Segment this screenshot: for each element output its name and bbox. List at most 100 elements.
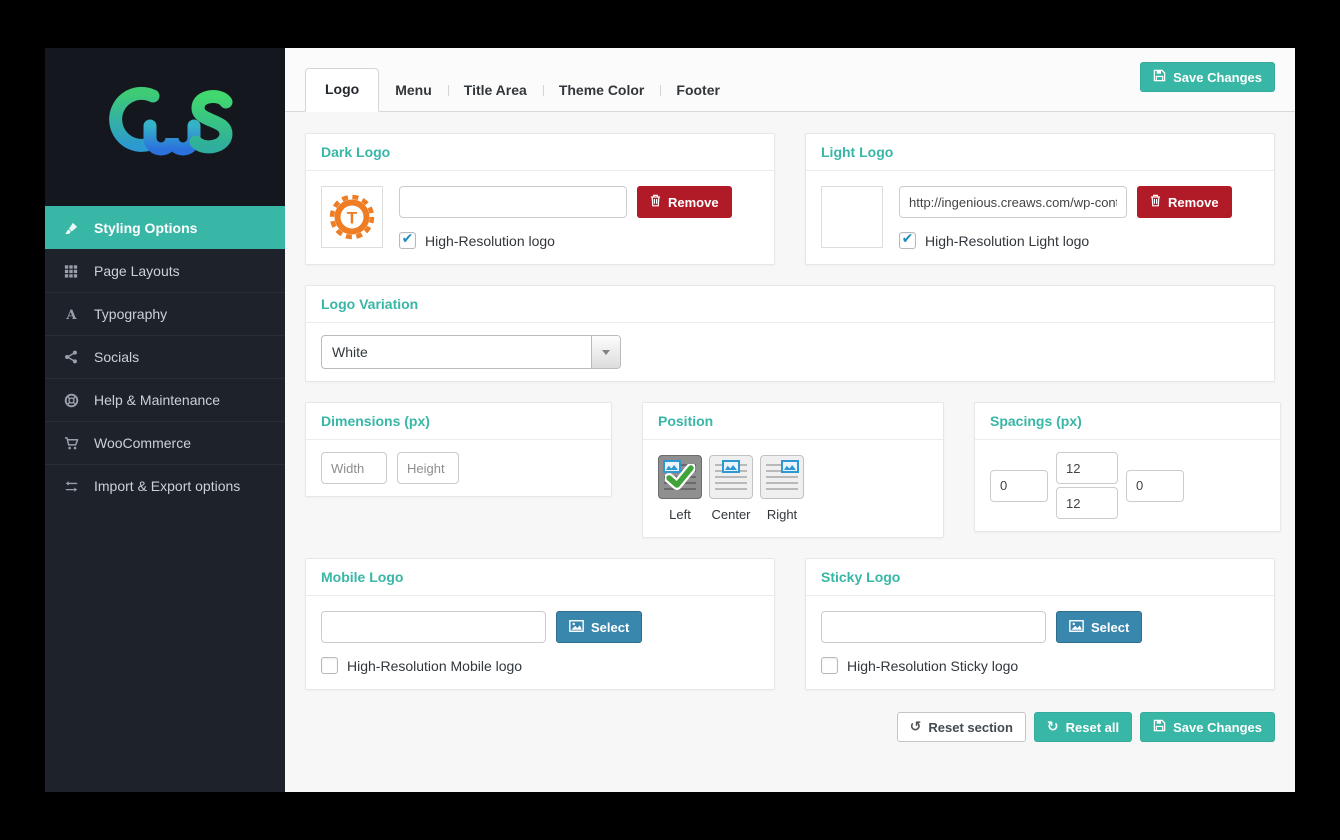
spacing-bottom-input[interactable] bbox=[1056, 487, 1118, 519]
brush-icon bbox=[61, 221, 81, 236]
mobile-logo-hires-checkbox[interactable] bbox=[321, 657, 338, 674]
position-left-thumbnail[interactable] bbox=[658, 455, 702, 499]
sidebar-item-label: Socials bbox=[94, 349, 139, 365]
select-dropdown-button[interactable] bbox=[591, 336, 620, 368]
light-logo-panel: Light Logo bbox=[805, 133, 1275, 265]
dimensions-panel: Dimensions (px) bbox=[305, 402, 612, 497]
exchange-icon bbox=[61, 479, 81, 494]
tab-menu[interactable]: Menu bbox=[379, 70, 448, 111]
panel-title: Mobile Logo bbox=[306, 559, 774, 596]
sidebar-item-styling-options[interactable]: Styling Options bbox=[45, 206, 285, 249]
checkbox-label: High-Resolution logo bbox=[425, 233, 555, 249]
sidebar: Styling Options Page Layouts A Typograph… bbox=[45, 48, 285, 792]
mobile-logo-select-button[interactable]: Select bbox=[556, 611, 642, 643]
tab-title-area[interactable]: Title Area bbox=[448, 70, 543, 111]
sidebar-item-label: WooCommerce bbox=[94, 435, 191, 451]
cws-brand-logo bbox=[89, 80, 241, 174]
life-ring-icon bbox=[61, 393, 81, 408]
sidebar-item-label: Page Layouts bbox=[94, 263, 180, 279]
save-icon bbox=[1153, 719, 1166, 735]
logo-variation-select[interactable]: White bbox=[321, 335, 621, 369]
trash-icon bbox=[650, 194, 661, 210]
trash-icon bbox=[1150, 194, 1161, 210]
width-input[interactable] bbox=[321, 452, 387, 484]
height-input[interactable] bbox=[397, 452, 459, 484]
sidebar-item-page-layouts[interactable]: Page Layouts bbox=[45, 249, 285, 292]
checkbox-label: High-Resolution Light logo bbox=[925, 233, 1089, 249]
save-changes-button-top[interactable]: Save Changes bbox=[1140, 62, 1275, 92]
image-icon bbox=[1069, 620, 1084, 635]
light-logo-hires-checkbox[interactable] bbox=[899, 232, 916, 249]
position-center-thumbnail[interactable] bbox=[709, 455, 753, 499]
cart-icon bbox=[61, 436, 81, 451]
sidebar-item-typography[interactable]: A Typography bbox=[45, 292, 285, 335]
svg-text:A: A bbox=[65, 308, 77, 322]
selected-check-icon bbox=[659, 456, 701, 498]
spacing-left-input[interactable] bbox=[990, 470, 1048, 502]
checkbox-label: High-Resolution Mobile logo bbox=[347, 658, 522, 674]
position-right-thumbnail[interactable] bbox=[760, 455, 804, 499]
sticky-logo-panel: Sticky Logo Select bbox=[805, 558, 1275, 690]
panel-title: Logo Variation bbox=[306, 286, 1274, 323]
panel-title: Spacings (px) bbox=[975, 403, 1280, 440]
dark-logo-url-input[interactable] bbox=[399, 186, 627, 218]
brand-logo-area bbox=[45, 48, 285, 206]
panel-title: Sticky Logo bbox=[806, 559, 1274, 596]
dark-logo-remove-button[interactable]: Remove bbox=[637, 186, 732, 218]
sticky-logo-select-button[interactable]: Select bbox=[1056, 611, 1142, 643]
image-placeholder-icon bbox=[722, 460, 740, 473]
sidebar-item-woocommerce[interactable]: WooCommerce bbox=[45, 421, 285, 464]
tab-logo[interactable]: Logo bbox=[305, 68, 379, 112]
light-logo-remove-button[interactable]: Remove bbox=[1137, 186, 1232, 218]
save-changes-button-bottom[interactable]: Save Changes bbox=[1140, 712, 1275, 742]
position-label: Right bbox=[767, 507, 797, 522]
tab-footer[interactable]: Footer bbox=[660, 70, 736, 111]
panel-title: Light Logo bbox=[806, 134, 1274, 171]
sidebar-item-import-export[interactable]: Import & Export options bbox=[45, 464, 285, 507]
position-option-left[interactable]: Left bbox=[658, 455, 702, 522]
spacing-top-input[interactable] bbox=[1056, 452, 1118, 484]
spacing-right-input[interactable] bbox=[1126, 470, 1184, 502]
dark-logo-image: T bbox=[329, 194, 375, 240]
share-icon bbox=[61, 350, 81, 364]
image-placeholder-icon bbox=[781, 460, 799, 473]
sticky-logo-url-input[interactable] bbox=[821, 611, 1046, 643]
svg-text:T: T bbox=[347, 209, 358, 228]
logo-variation-panel: Logo Variation White bbox=[305, 285, 1275, 382]
footer-actions: ↺ Reset section ↻ Reset all Save Changes bbox=[305, 712, 1275, 766]
panel-title: Dark Logo bbox=[306, 134, 774, 171]
sidebar-item-socials[interactable]: Socials bbox=[45, 335, 285, 378]
grid-icon bbox=[61, 264, 81, 278]
position-label: Left bbox=[669, 507, 691, 522]
position-label: Center bbox=[711, 507, 750, 522]
spacings-panel: Spacings (px) bbox=[974, 402, 1281, 532]
image-icon bbox=[569, 620, 584, 635]
dark-logo-hires-checkbox[interactable] bbox=[399, 232, 416, 249]
checkbox-label: High-Resolution Sticky logo bbox=[847, 658, 1018, 674]
refresh-icon: ↻ bbox=[1047, 720, 1059, 734]
position-option-right[interactable]: Right bbox=[760, 455, 804, 522]
tab-theme-color[interactable]: Theme Color bbox=[543, 70, 661, 111]
theme-options-window: Styling Options Page Layouts A Typograph… bbox=[45, 48, 1295, 792]
sidebar-item-label: Styling Options bbox=[94, 220, 197, 236]
reset-all-button[interactable]: ↻ Reset all bbox=[1034, 712, 1132, 742]
sidebar-item-help-maintenance[interactable]: Help & Maintenance bbox=[45, 378, 285, 421]
light-logo-preview bbox=[821, 186, 883, 248]
save-icon bbox=[1153, 69, 1166, 85]
mobile-logo-url-input[interactable] bbox=[321, 611, 546, 643]
tab-bar: Logo Menu Title Area Theme Color Footer … bbox=[285, 48, 1295, 112]
position-option-center[interactable]: Center bbox=[709, 455, 753, 522]
sticky-logo-hires-checkbox[interactable] bbox=[821, 657, 838, 674]
main-area: Logo Menu Title Area Theme Color Footer … bbox=[285, 48, 1295, 792]
selected-option: White bbox=[322, 344, 368, 360]
typography-icon: A bbox=[61, 307, 81, 322]
logo-settings-content: Dark Logo T bbox=[285, 112, 1295, 792]
reset-section-button[interactable]: ↺ Reset section bbox=[897, 712, 1026, 742]
dark-logo-preview: T bbox=[321, 186, 383, 248]
mobile-logo-panel: Mobile Logo Select bbox=[305, 558, 775, 690]
sidebar-item-label: Typography bbox=[94, 306, 167, 322]
light-logo-url-input[interactable] bbox=[899, 186, 1127, 218]
dark-logo-panel: Dark Logo T bbox=[305, 133, 775, 265]
sidebar-item-label: Import & Export options bbox=[94, 478, 240, 494]
position-panel: Position Left bbox=[642, 402, 944, 538]
